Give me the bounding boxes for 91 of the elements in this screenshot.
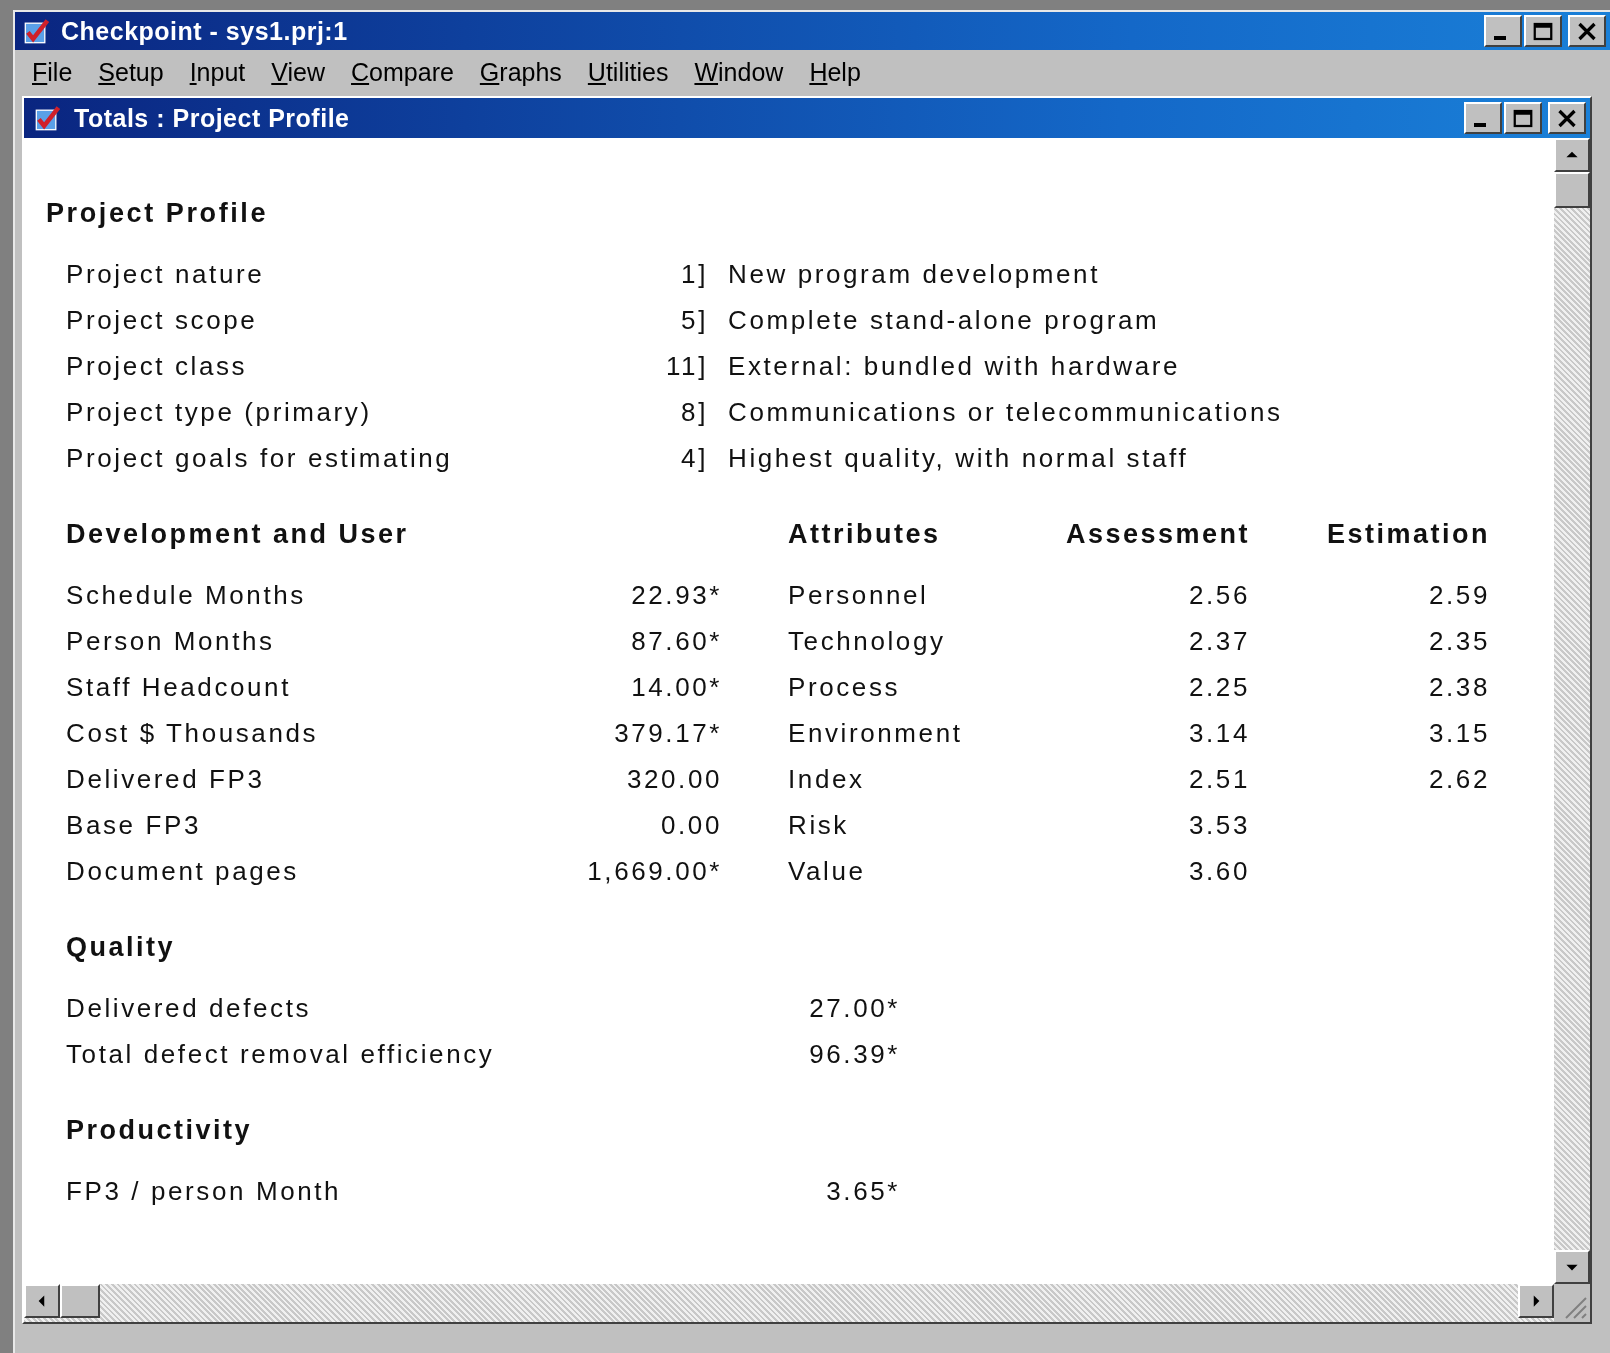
- close-button[interactable]: [1568, 15, 1606, 47]
- option-code: 1]: [680, 258, 708, 291]
- metric-value: 96.39*: [808, 1038, 900, 1071]
- window-title: Checkpoint - sys1.prj:1: [61, 16, 349, 46]
- attribute-label: Technology: [787, 625, 947, 658]
- estimation-value: 2.38: [1428, 671, 1490, 704]
- metric-value: 379.17*: [613, 717, 722, 750]
- scroll-up-button[interactable]: [1554, 138, 1590, 172]
- estimation-value: 2.59: [1428, 579, 1490, 612]
- menu-item[interactable]: Compare: [338, 57, 467, 87]
- section-heading: Quality: [66, 931, 177, 964]
- field-value: External: bundled with hardware: [728, 350, 1182, 383]
- scrollbar-thumb[interactable]: [60, 1284, 100, 1318]
- maximize-icon: [1531, 20, 1555, 42]
- column-header: Attributes: [787, 518, 942, 551]
- field-label: Project scope: [66, 304, 259, 337]
- section-heading: Development and User: [66, 518, 410, 551]
- estimation-value: 3.15: [1428, 717, 1490, 750]
- close-button[interactable]: [1548, 102, 1586, 134]
- menu-item[interactable]: Window: [681, 57, 797, 87]
- metric-label: Base FP3: [66, 809, 202, 842]
- document-title: Totals : Project Profile: [74, 103, 351, 133]
- minimize-icon: [1494, 35, 1506, 41]
- menu-item[interactable]: Utilities: [574, 57, 682, 87]
- attribute-label: Index: [787, 763, 866, 796]
- assessment-value: 2.37: [1188, 625, 1250, 658]
- field-value: Highest quality, with normal staff: [728, 442, 1190, 475]
- metric-label: Person Months: [66, 625, 276, 658]
- estimation-value: 2.62: [1428, 763, 1490, 796]
- menu-item[interactable]: View: [258, 57, 339, 87]
- metric-label: FP3 / person Month: [66, 1175, 343, 1208]
- resize-grip-icon[interactable]: [1554, 1284, 1590, 1322]
- field-value: Complete stand-alone program: [728, 304, 1161, 337]
- metric-value: 87.60*: [630, 625, 722, 658]
- scroll-left-button[interactable]: [24, 1284, 60, 1318]
- assessment-value: 3.53: [1188, 809, 1250, 842]
- metric-label: Total defect removal efficiency: [66, 1038, 496, 1071]
- option-code: 8]: [680, 396, 708, 429]
- maximize-button[interactable]: [1524, 15, 1562, 47]
- menu-item[interactable]: File: [19, 57, 86, 87]
- assessment-value: 2.25: [1188, 671, 1250, 704]
- estimation-value: 2.35: [1428, 625, 1490, 658]
- attribute-label: Personnel: [787, 579, 930, 612]
- option-code: 5]: [680, 304, 708, 337]
- menu-item[interactable]: Graphs: [466, 57, 575, 87]
- field-value: New program development: [728, 258, 1101, 291]
- metric-label: Schedule Months: [66, 579, 307, 612]
- metric-value: 22.93*: [630, 579, 722, 612]
- assessment-value: 2.51: [1188, 763, 1250, 796]
- maximize-icon: [1511, 107, 1535, 129]
- checkmark-icon: [23, 18, 51, 44]
- metric-value: 14.00*: [630, 671, 722, 704]
- menu-item[interactable]: Input: [176, 57, 259, 87]
- metric-label: Delivered FP3: [66, 763, 266, 796]
- field-label: Project type (primary): [66, 396, 373, 429]
- metric-label: Delivered defects: [66, 992, 313, 1025]
- attribute-label: Process: [787, 671, 902, 704]
- option-code: 11]: [665, 350, 708, 383]
- assessment-value: 3.14: [1188, 717, 1250, 750]
- assessment-value: 3.60: [1188, 855, 1250, 888]
- metric-label: Cost $ Thousands: [66, 717, 320, 750]
- scrollbar-thumb[interactable]: [1554, 172, 1590, 208]
- scroll-right-button[interactable]: [1518, 1284, 1554, 1318]
- metric-value: 0.00: [660, 809, 722, 842]
- menu-item[interactable]: Help: [796, 57, 874, 87]
- column-header: Estimation: [1325, 518, 1490, 551]
- metric-label: Staff Headcount: [66, 671, 292, 704]
- metric-value: 320.00: [625, 763, 722, 796]
- assessment-value: 2.56: [1188, 579, 1250, 612]
- attribute-label: Value: [787, 855, 867, 888]
- field-label: Project goals for estimating: [66, 442, 454, 475]
- attribute-label: Environment: [787, 717, 964, 750]
- section-heading: Productivity: [66, 1114, 254, 1147]
- checkmark-icon: [34, 105, 62, 131]
- section-heading: Project Profile: [46, 197, 270, 230]
- metric-value: 27.00*: [808, 992, 900, 1025]
- metric-value: 1,669.00*: [586, 855, 722, 888]
- menu-item[interactable]: Setup: [85, 57, 177, 87]
- minimize-button[interactable]: [1484, 15, 1522, 47]
- attribute-label: Risk: [787, 809, 850, 842]
- maximize-button[interactable]: [1504, 102, 1542, 134]
- field-label: Project nature: [66, 258, 266, 291]
- column-header: Assessment: [1064, 518, 1250, 551]
- scroll-down-button[interactable]: [1554, 1250, 1590, 1284]
- option-code: 4]: [680, 442, 708, 475]
- field-value: Communications or telecommunications: [728, 396, 1284, 429]
- metric-value: 3.65*: [825, 1175, 900, 1208]
- field-label: Project class: [66, 350, 249, 383]
- minimize-button[interactable]: [1464, 102, 1502, 134]
- minimize-icon: [1474, 122, 1486, 128]
- metric-label: Document pages: [66, 855, 300, 888]
